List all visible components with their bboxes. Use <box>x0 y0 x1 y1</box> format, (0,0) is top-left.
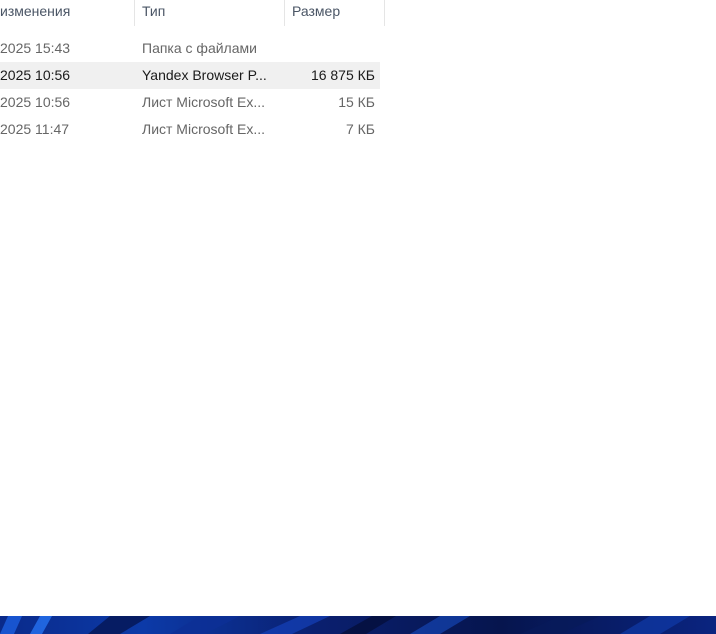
file-type: Yandex Browser P... <box>142 67 267 83</box>
wallpaper-bloom-graphic <box>0 616 690 634</box>
file-type: Лист Microsoft Ex... <box>142 94 265 110</box>
file-list: 2025 15:43 Папка с файлами 2025 10:56 Ya… <box>0 35 380 143</box>
desktop-wallpaper-strip <box>0 616 716 634</box>
file-type: Папка с файлами <box>142 40 257 56</box>
file-date-modified: 2025 10:56 <box>0 94 71 110</box>
file-date-modified: 2025 10:56 <box>0 67 71 83</box>
column-header-date-modified[interactable]: изменения <box>0 0 135 26</box>
file-date-modified: 2025 11:47 <box>0 121 70 137</box>
file-row[interactable]: 2025 15:43 Папка с файлами <box>0 35 380 62</box>
file-size: 15 КБ <box>338 94 375 110</box>
file-size: 16 875 КБ <box>310 67 375 83</box>
file-explorer-details-view: изменения Тип Размер 2025 15:43 Папка с … <box>0 0 716 616</box>
file-size: 7 КБ <box>345 121 375 137</box>
column-header-type[interactable]: Тип <box>135 0 285 26</box>
column-header-type-label: Тип <box>142 3 166 19</box>
file-row[interactable]: 2025 10:56 Лист Microsoft Ex... 15 КБ <box>0 89 380 116</box>
column-header-date-modified-label: изменения <box>0 3 71 19</box>
file-row[interactable]: 2025 11:47 Лист Microsoft Ex... 7 КБ <box>0 116 380 143</box>
file-type: Лист Microsoft Ex... <box>142 121 265 137</box>
file-date-modified: 2025 15:43 <box>0 40 71 56</box>
column-header-row: изменения Тип Размер <box>0 0 385 26</box>
column-header-size[interactable]: Размер <box>285 0 385 26</box>
file-row[interactable]: 2025 10:56 Yandex Browser P... 16 875 КБ <box>0 62 380 89</box>
column-header-size-label: Размер <box>292 3 341 19</box>
